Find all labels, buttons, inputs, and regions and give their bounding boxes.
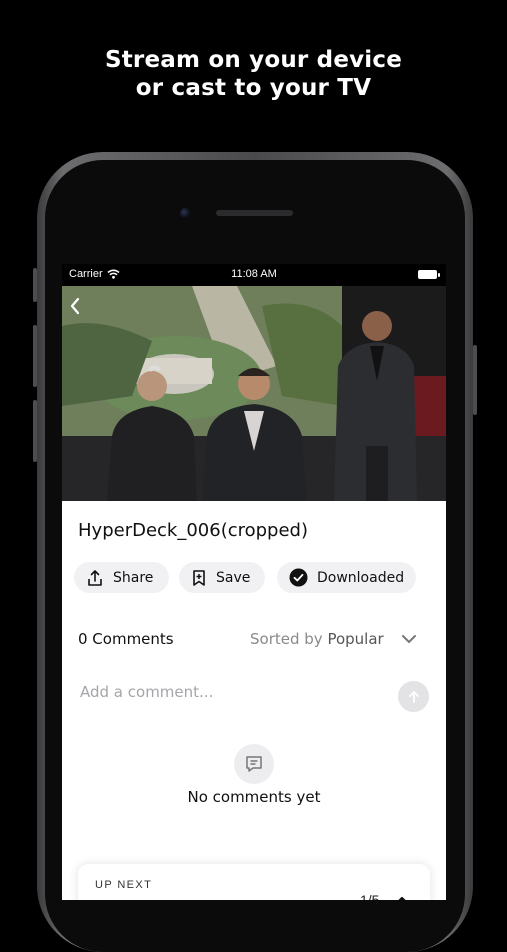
comments-count: 0 Comments (78, 630, 174, 648)
volume-up-button (33, 325, 37, 387)
promo-headline: Stream on your device or cast to your TV (0, 46, 507, 102)
up-next-position: 1/5 (360, 892, 380, 900)
comment-icon (234, 744, 274, 784)
back-chevron-icon[interactable] (69, 297, 81, 315)
app-screen: Carrier 11:08 AM HyperDeck_006(cropped) … (62, 264, 446, 900)
headline-line-1: Stream on your device (104, 47, 403, 73)
up-next-card[interactable]: UP NEXT 1/5 (78, 864, 430, 900)
up-next-label: UP NEXT (95, 879, 153, 891)
sort-dropdown[interactable]: Sorted by Popular (250, 630, 384, 648)
volume-down-button (33, 400, 37, 462)
sorted-value: Popular (327, 630, 384, 648)
video-title: HyperDeck_006(cropped) (78, 520, 309, 541)
share-button[interactable]: Share (74, 562, 169, 593)
save-button[interactable]: Save (179, 562, 265, 593)
headline-line-2: or cast to your TV (135, 75, 372, 101)
send-arrow-icon (408, 690, 419, 703)
comment-input[interactable] (78, 676, 402, 708)
check-circle-icon (289, 568, 308, 587)
downloaded-button[interactable]: Downloaded (277, 562, 416, 593)
chevron-up-icon[interactable] (394, 895, 410, 900)
share-label: Share (113, 569, 154, 586)
save-label: Save (216, 569, 251, 586)
status-time: 11:08 AM (231, 268, 277, 280)
mute-switch (33, 268, 37, 302)
sorted-prefix: Sorted by (250, 630, 323, 648)
empty-comments-text: No comments yet (187, 788, 321, 806)
video-frame (62, 286, 446, 501)
battery-icon (418, 270, 440, 279)
send-comment-button[interactable] (398, 681, 429, 712)
chevron-down-icon[interactable] (401, 633, 417, 645)
share-icon (88, 569, 102, 586)
status-bar: Carrier 11:08 AM (62, 264, 446, 286)
earpiece-speaker (216, 210, 293, 216)
bookmark-icon (193, 569, 205, 586)
downloaded-label: Downloaded (317, 569, 405, 586)
video-player[interactable] (62, 286, 446, 501)
power-button (473, 345, 477, 415)
front-camera (180, 208, 190, 218)
